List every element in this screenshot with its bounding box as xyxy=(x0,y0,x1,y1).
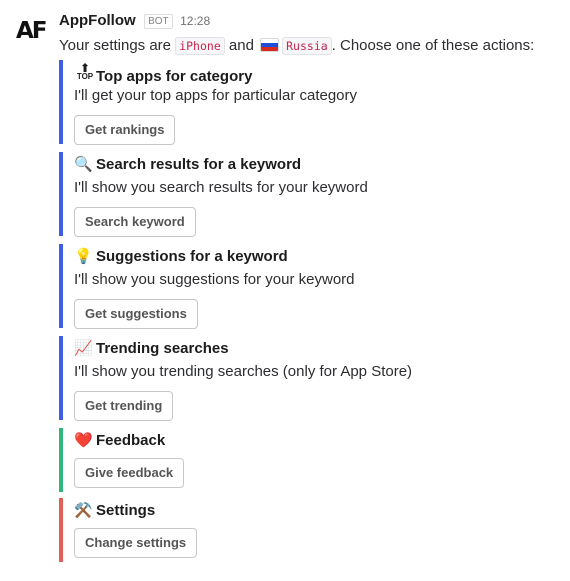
attachment-title: 📈 Trending searches xyxy=(74,339,563,359)
appfollow-avatar[interactable]: AF xyxy=(16,16,47,46)
attachment-title: 💡 Suggestions for a keyword xyxy=(74,247,563,267)
message-header: AppFollow BOT 12:28 xyxy=(59,12,210,30)
get-trending-button[interactable]: Get trending xyxy=(74,391,174,421)
attachment-settings: ⚒️ Settings Change settings xyxy=(59,498,563,562)
magnifier-icon: 🔍 xyxy=(74,156,93,173)
heart-icon: ❤️ xyxy=(74,432,93,449)
attachment-text: I'll show you search results for your ke… xyxy=(74,179,368,196)
get-suggestions-button[interactable]: Get suggestions xyxy=(74,299,198,329)
attachment-text: I'll show you suggestions for your keywo… xyxy=(74,271,355,288)
attachment-text: I'll show you trending searches (only fo… xyxy=(74,363,413,380)
bulb-icon: 💡 xyxy=(74,248,93,265)
attachment-title-text: Settings xyxy=(96,502,156,519)
attachment-top-apps: ⬆ TOP Top apps for category I'll get your … xyxy=(59,60,563,145)
russia-flag-icon xyxy=(260,38,280,52)
device-code: iPhone xyxy=(175,37,225,55)
attachment-feedback: ❤️ Feedback Give feedback xyxy=(59,428,563,492)
attachment-title-text: Search results for a keyword xyxy=(96,156,302,173)
intro-text: Your settings are iPhone and Russia. Cho… xyxy=(59,37,535,55)
attachment-title-text: Top apps for category xyxy=(96,68,253,85)
bot-message: AF AppFollow BOT 12:28 Your settings are… xyxy=(0,0,570,581)
attachment-trending: 📈 Trending searches I'll show you trendin… xyxy=(59,336,563,421)
avatar-logo-text: AF xyxy=(16,18,47,44)
get-rankings-button[interactable]: Get rankings xyxy=(74,115,176,145)
country-code: Russia xyxy=(282,37,332,55)
message-timestamp[interactable]: 12:28 xyxy=(180,14,210,28)
intro-prefix: Your settings are xyxy=(59,37,172,54)
change-settings-button[interactable]: Change settings xyxy=(74,528,198,558)
attachment-title: ❤️ Feedback xyxy=(74,431,563,451)
bot-badge: BOT xyxy=(144,14,173,29)
attachment-title: 🔍 Search results for a keyword xyxy=(74,155,563,175)
attachment-title: ⬆ TOP Top apps for category xyxy=(74,61,563,85)
attachment-text: I'll get your top apps for particular ca… xyxy=(74,87,358,104)
attachment-title-text: Suggestions for a keyword xyxy=(96,248,288,265)
sender-name[interactable]: AppFollow xyxy=(59,12,136,29)
give-feedback-button[interactable]: Give feedback xyxy=(74,458,185,488)
attachment-suggestions: 💡 Suggestions for a keyword I'll show you… xyxy=(59,244,563,329)
hammer-pick-icon: ⚒️ xyxy=(74,502,93,519)
attachment-title-text: Feedback xyxy=(96,432,166,449)
intro-and: and xyxy=(228,37,254,54)
attachment-search-keyword: 🔍 Search results for a keyword I'll show … xyxy=(59,152,563,237)
search-keyword-button[interactable]: Search keyword xyxy=(74,207,196,237)
top-icon: ⬆ TOP xyxy=(76,61,94,81)
attachment-title: ⚒️ Settings xyxy=(74,501,563,521)
chart-icon: 📈 xyxy=(74,340,93,357)
attachment-title-text: Trending searches xyxy=(96,340,229,357)
intro-suffix: . Choose one of these actions: xyxy=(331,37,535,54)
